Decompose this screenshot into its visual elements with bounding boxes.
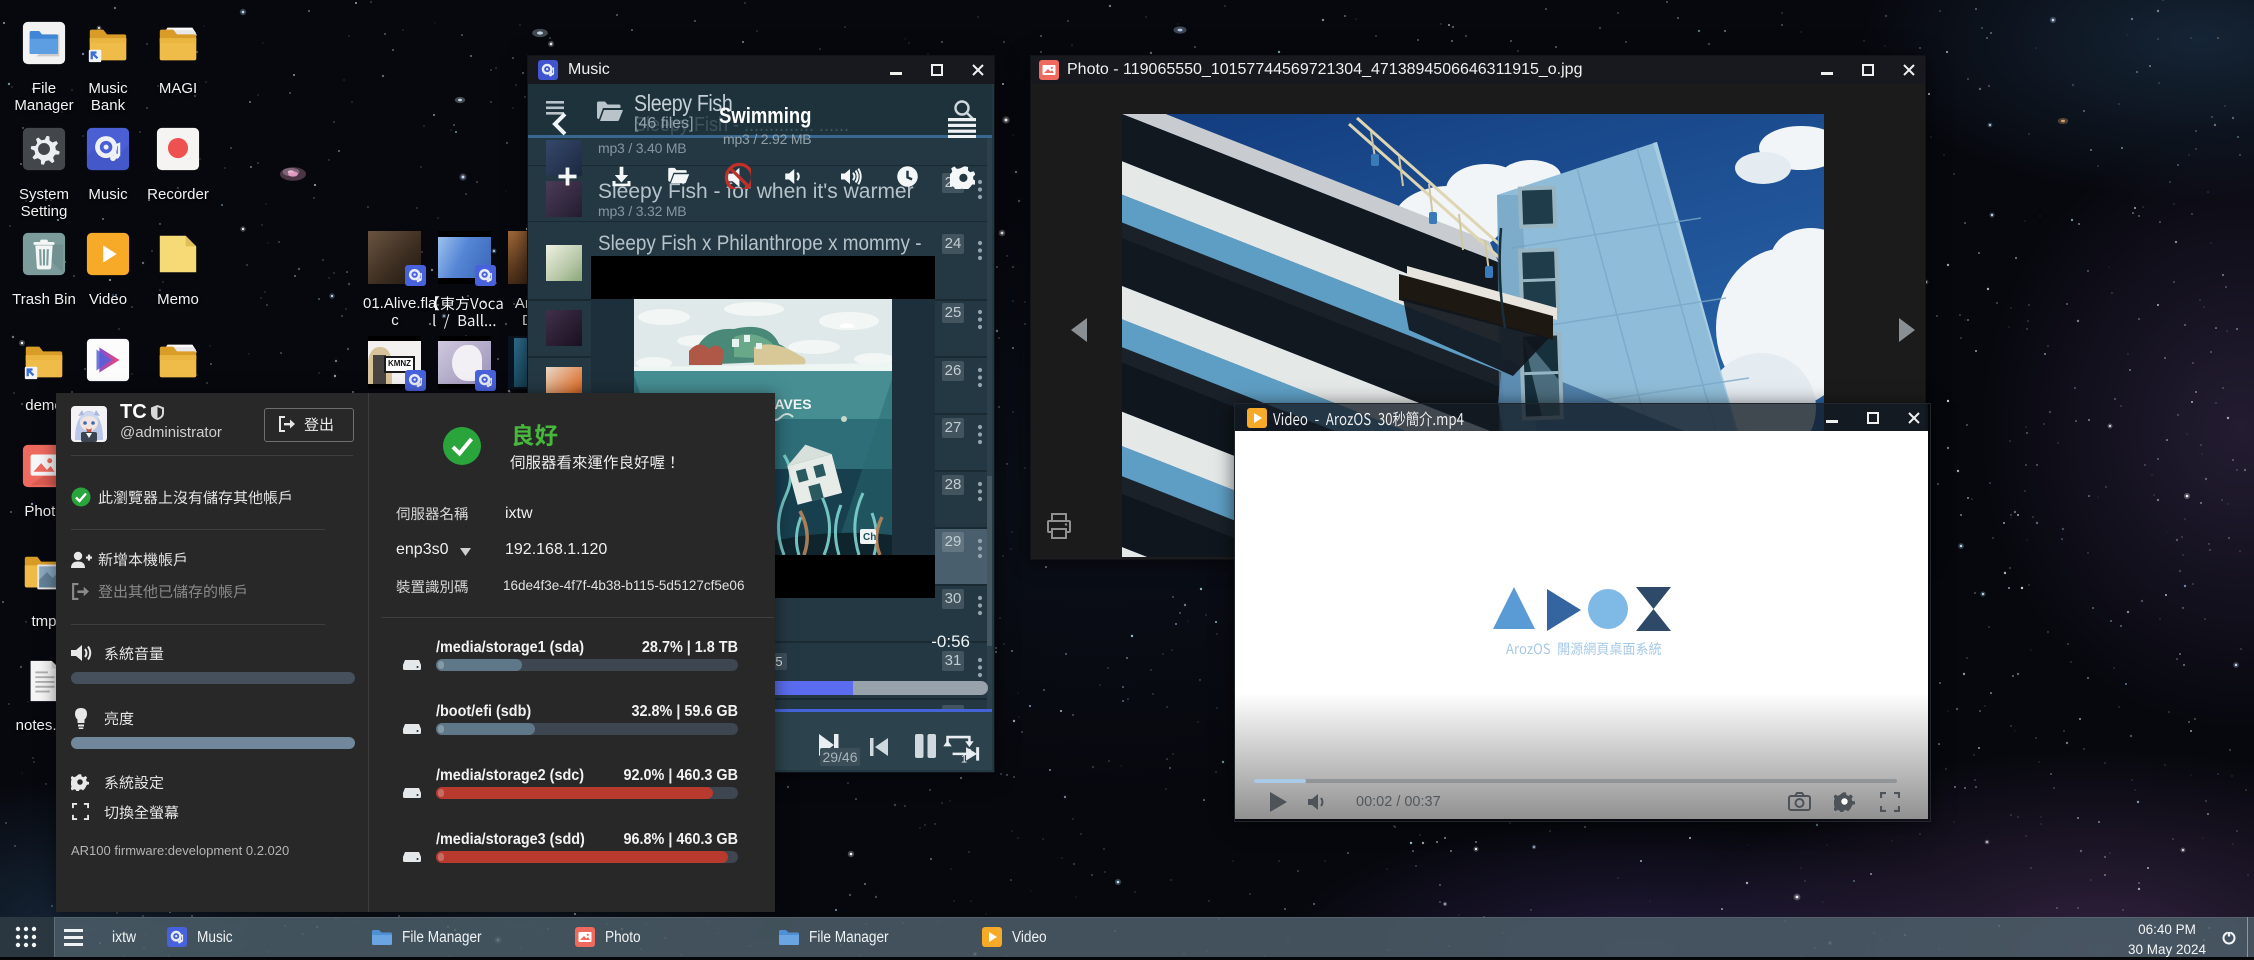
svg-text:Ch: Ch — [863, 532, 876, 543]
svg-text:1: 1 — [961, 753, 967, 764]
